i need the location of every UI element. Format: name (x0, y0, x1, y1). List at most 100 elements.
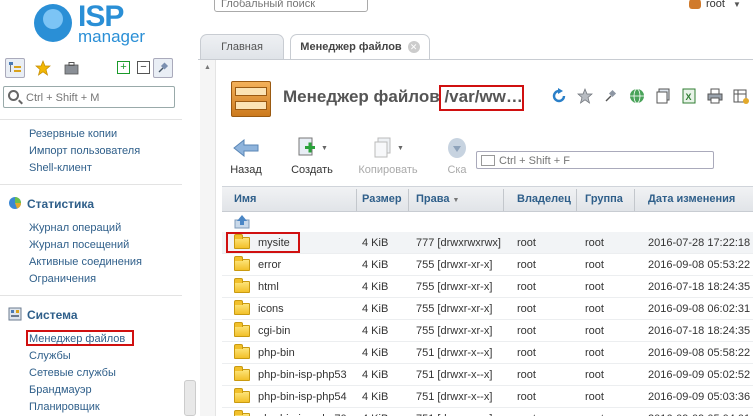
cell-permissions: 777 [drwxrwxrwx] (416, 237, 501, 249)
column-header-permissions[interactable]: Права ▼ (416, 193, 459, 205)
sidebar-item-scheduler[interactable]: Планировщик (29, 401, 100, 413)
sidebar: ISP manager + − Резервные копии Импорт п… (0, 0, 198, 416)
tab-home[interactable]: Главная (200, 34, 284, 60)
sidebar-toolbar: + − (4, 58, 176, 80)
cell-date-modified: 2016-07-28 17:22:18 (648, 237, 751, 249)
collapse-all-icon[interactable]: − (137, 61, 150, 74)
sidebar-item-services[interactable]: Службы (29, 350, 71, 362)
create-button-label: Создать (291, 164, 333, 176)
table-row[interactable]: php-bin-isp-php53 4 KiB 751 [drwxr-x--x] ro… (222, 364, 753, 386)
create-file-icon (298, 137, 316, 156)
column-header-date-modified[interactable]: Дата изменения (648, 193, 735, 205)
sidebar-search-input[interactable] (26, 90, 171, 105)
export-excel-icon[interactable]: X (680, 87, 698, 105)
cell-permissions: 751 [drwxr-x--x] (416, 369, 493, 381)
table-filter-input[interactable] (499, 154, 709, 167)
column-resize-handle[interactable] (408, 189, 409, 211)
cell-size: 4 KiB (362, 237, 389, 249)
parent-folder-up-icon (234, 215, 250, 229)
refresh-icon[interactable] (550, 87, 568, 105)
copy-page-icon[interactable] (654, 87, 672, 105)
global-search-input[interactable] (221, 0, 361, 10)
scroll-up-icon[interactable]: ▲ (204, 64, 211, 71)
sort-descending-icon: ▼ (452, 197, 460, 204)
pin-icon[interactable] (153, 58, 173, 78)
sidebar-group-system[interactable]: Система (8, 307, 78, 322)
cell-owner: root (517, 281, 536, 293)
sidebar-item-backups[interactable]: Резервные копии (29, 128, 117, 140)
cell-permissions: 755 [drwxr-xr-x] (416, 303, 493, 315)
cell-size: 4 KiB (362, 347, 389, 359)
parent-directory-row[interactable] (222, 212, 753, 232)
download-button[interactable]: Ска (442, 136, 472, 180)
sidebar-item-firewall[interactable]: Брандмауэр (29, 384, 92, 396)
sidebar-item-shell-client[interactable]: Shell-клиент (29, 162, 92, 174)
sidebar-item-import-user[interactable]: Импорт пользователя (29, 145, 140, 157)
table-row[interactable]: error 4 KiB 755 [drwxr-xr-x] root root 2016-0… (222, 254, 753, 276)
menu-tree-icon[interactable] (5, 58, 25, 78)
sidebar-scrollbar[interactable] (184, 120, 196, 416)
print-icon[interactable] (706, 87, 724, 105)
sidebar-search-field[interactable] (3, 86, 175, 108)
copy-button-label: Копировать (358, 164, 418, 176)
cell-owner: root (517, 369, 536, 381)
mysite-highlight (226, 232, 300, 253)
column-header-group[interactable]: Группа (585, 193, 623, 205)
briefcase-icon[interactable] (61, 58, 81, 78)
table-row[interactable]: php-bin-isp-php54 4 KiB 751 [drwxr-x--x] ro… (222, 386, 753, 408)
table-settings-icon[interactable] (732, 87, 750, 105)
cell-owner: root (517, 237, 536, 249)
column-header-size[interactable]: Размер (362, 193, 402, 205)
table-row[interactable]: php-bin-isp-php704 KiB751 [drwxr-x--x]ro… (222, 408, 753, 416)
tab-home-label: Главная (221, 41, 263, 53)
column-header-name[interactable]: Имя (234, 193, 256, 205)
pin-icon[interactable] (602, 87, 620, 105)
sidebar-item-active-connections[interactable]: Активные соединения (29, 256, 142, 268)
cell-name: php-bin (258, 347, 295, 359)
table-row[interactable]: mysite 4 KiB 777 [drwxrwxrwx] root root 2016-… (222, 232, 753, 254)
global-search-field[interactable] (214, 0, 368, 12)
column-resize-handle[interactable] (503, 189, 504, 211)
column-header-owner[interactable]: Владелец (517, 193, 571, 205)
table-filter-field[interactable] (476, 151, 714, 169)
folder-icon (234, 388, 250, 403)
table-row[interactable]: html 4 KiB 755 [drwxr-xr-x] root root 2016-07… (222, 276, 753, 298)
column-header-permissions-label: Права (416, 193, 450, 205)
isp-manager-logo[interactable]: ISP manager (34, 0, 154, 46)
cell-group: root (585, 391, 604, 403)
close-tab-icon[interactable]: ✕ (407, 41, 420, 53)
back-button[interactable]: Назад (226, 136, 266, 180)
sidebar-scrollbar-thumb[interactable] (184, 380, 196, 416)
add-favorite-star-icon[interactable] (576, 87, 594, 105)
sidebar-group-statistics[interactable]: Статистика (8, 196, 94, 211)
folder-icon (234, 322, 250, 337)
expand-all-icon[interactable]: + (117, 61, 130, 74)
sidebar-item-visits-log[interactable]: Журнал посещений (29, 239, 129, 251)
favorites-star-icon[interactable] (33, 58, 53, 78)
globe-settings-icon[interactable] (628, 87, 646, 105)
column-resize-handle[interactable] (356, 189, 357, 211)
tab-file-manager[interactable]: Менеджер файлов ✕ (290, 34, 430, 60)
cell-group: root (585, 303, 604, 315)
column-resize-handle[interactable] (576, 189, 577, 211)
system-settings-icon (8, 307, 22, 321)
sidebar-item-operations-log[interactable]: Журнал операций (29, 222, 121, 234)
search-icon (8, 90, 19, 101)
create-button[interactable]: ▼ Создать (288, 136, 336, 180)
cell-group: root (585, 237, 604, 249)
sidebar-divider (0, 184, 182, 185)
sidebar-item-network-services[interactable]: Сетевые службы (29, 367, 116, 379)
sidebar-item-limits[interactable]: Ограничения (29, 273, 96, 285)
column-resize-handle[interactable] (634, 189, 635, 211)
table-row[interactable]: php-bin 4 KiB 751 [drwxr-x--x] root root 2016… (222, 342, 753, 364)
cell-name: html (258, 281, 279, 293)
download-button-label: Ска (447, 164, 467, 176)
user-menu[interactable]: root ▼ (689, 0, 741, 10)
table-row[interactable]: cgi-bin 4 KiB 755 [drwxr-xr-x] root root 2016… (222, 320, 753, 342)
table-row[interactable]: icons 4 KiB 755 [drwxr-xr-x] root root 2016-0… (222, 298, 753, 320)
statistics-pie-icon (8, 196, 22, 210)
copy-button[interactable]: ▼ Копировать (356, 136, 420, 180)
content-scrollbar[interactable]: ▲ (200, 60, 216, 416)
chevron-down-icon: ▼ (397, 144, 404, 152)
sidebar-divider (0, 119, 182, 120)
